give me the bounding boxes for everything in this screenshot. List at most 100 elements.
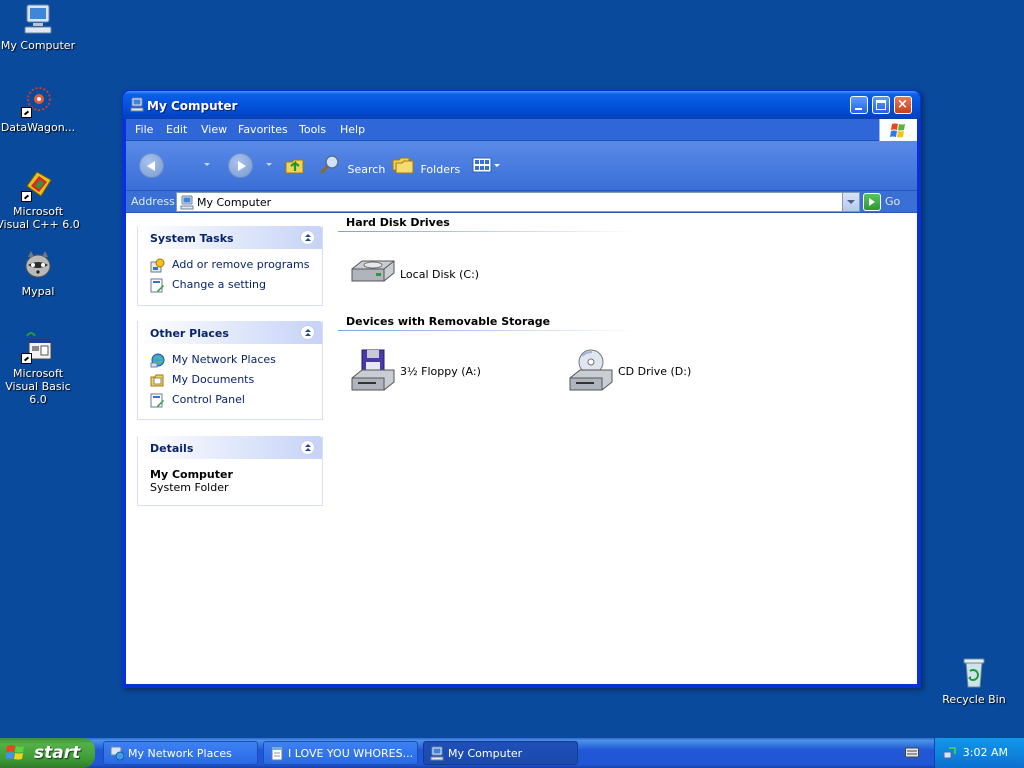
floppy-drive-icon xyxy=(348,348,398,396)
details-name: My Computer xyxy=(150,468,233,481)
menu-help[interactable]: Help xyxy=(340,123,365,136)
keyboard-icon[interactable] xyxy=(905,746,919,758)
panel-title: System Tasks xyxy=(150,232,234,245)
address-value: My Computer xyxy=(197,196,272,209)
computer-icon xyxy=(21,2,55,36)
maximize-icon xyxy=(876,100,886,110)
start-button[interactable]: start xyxy=(0,738,95,768)
close-button[interactable]: × xyxy=(894,96,912,114)
place-control-panel[interactable]: Control Panel xyxy=(138,390,322,410)
network-status-icon[interactable] xyxy=(943,746,957,760)
computer-icon xyxy=(180,195,194,210)
visual-basic-icon xyxy=(21,330,55,364)
desktop-icon-label: DataWagon... xyxy=(0,121,76,134)
menu-edit[interactable]: Edit xyxy=(166,123,187,136)
task-change-setting[interactable]: Change a setting xyxy=(138,275,322,295)
panel-title: Other Places xyxy=(150,327,229,340)
go-button[interactable]: Go xyxy=(863,192,913,212)
desktop-icon-mypal[interactable]: Mypal xyxy=(0,248,80,298)
details-body: My Computer System Folder xyxy=(138,459,322,500)
system-tasks-panel: System Tasks Add or remove programs Chan… xyxy=(137,226,323,306)
taskbar-item-label: My Network Places xyxy=(128,747,232,760)
raccoon-icon xyxy=(21,248,55,282)
content-area: System Tasks Add or remove programs Chan… xyxy=(126,213,917,684)
maximize-button[interactable] xyxy=(872,96,890,114)
back-dropdown-icon[interactable] xyxy=(204,163,210,166)
drive-cd-d[interactable]: CD Drive (D:) xyxy=(566,348,786,402)
place-my-network-places[interactable]: My Network Places xyxy=(138,350,322,370)
forward-button[interactable] xyxy=(228,153,253,178)
collapse-icon[interactable] xyxy=(300,230,315,245)
address-dropdown-button[interactable] xyxy=(842,193,859,211)
desktop-icon-datawagon[interactable]: DataWagon... xyxy=(0,84,80,134)
search-button[interactable]: Search xyxy=(319,154,385,178)
group-divider xyxy=(338,231,638,232)
other-places-header[interactable]: Other Places xyxy=(138,321,322,344)
desktop-icon-label: Microsoft Visual Basic 6.0 xyxy=(5,367,71,406)
drive-label: 3½ Floppy (A:) xyxy=(400,365,481,378)
collapse-icon[interactable] xyxy=(300,325,315,340)
minimize-button[interactable] xyxy=(850,96,868,114)
desktop-icon-recycle-bin[interactable]: Recycle Bin xyxy=(932,656,1016,706)
system-tray: 3:02 AM xyxy=(934,738,1024,768)
cd-drive-icon xyxy=(566,348,616,396)
group-title-hard-disks: Hard Disk Drives xyxy=(346,216,450,229)
menu-view[interactable]: View xyxy=(201,123,227,136)
network-places-icon xyxy=(110,746,125,761)
task-link-label: Add or remove programs xyxy=(172,258,310,271)
window-client: File Edit View Favorites Tools Help Sear… xyxy=(126,119,917,684)
task-link-label: Change a setting xyxy=(172,278,266,291)
collapse-icon[interactable] xyxy=(300,440,315,455)
menu-file[interactable]: File xyxy=(135,123,153,136)
taskbar-item-notepad[interactable]: I LOVE YOU WHORES... xyxy=(263,741,418,765)
folders-button[interactable]: Folders xyxy=(392,154,460,178)
network-places-icon xyxy=(150,353,165,368)
up-folder-icon xyxy=(284,154,306,185)
drive-floppy-a[interactable]: 3½ Floppy (A:) xyxy=(348,348,568,402)
place-link-label: My Documents xyxy=(172,373,255,386)
menu-bar: File Edit View Favorites Tools Help xyxy=(126,119,917,141)
views-button[interactable] xyxy=(471,154,501,178)
place-link-label: Control Panel xyxy=(172,393,245,406)
taskbar-item-label: I LOVE YOU WHORES... xyxy=(288,747,413,760)
computer-icon xyxy=(430,746,444,761)
details-panel: Details My Computer System Folder xyxy=(137,436,323,506)
shortcut-arrow-icon xyxy=(21,191,32,202)
add-remove-programs-icon xyxy=(150,258,165,273)
up-folder-button[interactable] xyxy=(284,154,306,178)
forward-dropdown-icon[interactable] xyxy=(266,163,272,166)
desktop-icon-visual-cpp[interactable]: Microsoft Visual C++ 6.0 xyxy=(0,168,80,231)
taskbar-item-my-computer[interactable]: My Computer xyxy=(423,741,578,765)
folders-icon xyxy=(392,154,414,185)
task-add-remove-programs[interactable]: Add or remove programs xyxy=(138,255,322,275)
minimize-icon xyxy=(855,108,862,110)
my-documents-icon xyxy=(150,373,165,388)
place-my-documents[interactable]: My Documents xyxy=(138,370,322,390)
hard-disk-icon xyxy=(348,251,398,299)
panel-title: Details xyxy=(150,442,194,455)
menu-favorites[interactable]: Favorites xyxy=(238,123,288,136)
back-button[interactable] xyxy=(139,153,164,178)
group-title-removable: Devices with Removable Storage xyxy=(346,315,551,328)
address-bar: Address My Computer Go xyxy=(126,191,917,213)
shortcut-arrow-icon xyxy=(21,353,32,364)
items-pane: Hard Disk Drives Local Disk (C:) Devices… xyxy=(332,213,917,684)
clock[interactable]: 3:02 AM xyxy=(963,746,1008,759)
system-tasks-header[interactable]: System Tasks xyxy=(138,226,322,249)
shortcut-arrow-icon xyxy=(21,107,32,118)
taskbar-item-my-network-places[interactable]: My Network Places xyxy=(103,741,258,765)
system-tasks-body: Add or remove programs Change a setting xyxy=(138,249,322,301)
place-link-label: My Network Places xyxy=(172,353,276,366)
window-titlebar[interactable]: My Computer × xyxy=(123,91,920,119)
address-label: Address xyxy=(131,195,175,208)
desktop-icon-label: Mypal xyxy=(21,285,55,298)
desktop-icon-visual-basic[interactable]: Microsoft Visual Basic 6.0 xyxy=(0,330,80,406)
drive-local-disk-c[interactable]: Local Disk (C:) xyxy=(348,251,568,305)
drive-label: CD Drive (D:) xyxy=(618,365,692,378)
windows-flag-icon xyxy=(5,744,26,762)
details-header[interactable]: Details xyxy=(138,436,322,459)
desktop-icon-my-computer[interactable]: My Computer xyxy=(0,2,80,52)
address-input[interactable]: My Computer xyxy=(176,192,860,212)
views-icon xyxy=(471,154,501,185)
menu-tools[interactable]: Tools xyxy=(299,123,326,136)
